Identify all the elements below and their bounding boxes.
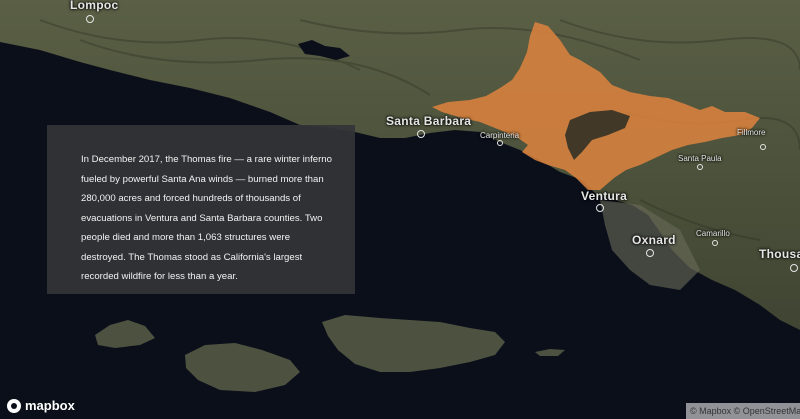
city-lompoc: Lompoc — [70, 0, 118, 12]
city-label: Thousan — [759, 247, 800, 261]
attribution-text[interactable]: © Mapbox © OpenStreetMap — [690, 406, 800, 416]
city-fillmore: Fillmore — [737, 128, 765, 137]
oxnard-marker-icon — [646, 249, 654, 257]
story-info-panel: In December 2017, the Thomas fire — a ra… — [47, 125, 355, 294]
city-santa-paula: Santa Paula — [678, 154, 722, 163]
city-label: Santa Barbara — [386, 114, 472, 128]
map-attribution[interactable]: © Mapbox © OpenStreetMap — [686, 403, 800, 419]
city-thousand-oaks: Thousan — [759, 247, 800, 261]
lompoc-marker-icon — [86, 15, 94, 23]
carpinteria-marker-icon — [497, 140, 503, 146]
santa-paula-marker-icon — [697, 164, 703, 170]
mapbox-logo-text: mapbox — [25, 398, 75, 413]
fillmore-marker-icon — [760, 144, 766, 150]
city-camarillo: Camarillo — [696, 229, 730, 238]
mapbox-logo-icon — [7, 398, 21, 413]
thousand-oaks-marker-icon — [790, 264, 798, 272]
mapbox-logo[interactable]: mapbox — [7, 398, 75, 413]
city-label: Oxnard — [632, 233, 676, 247]
city-label: Ventura — [581, 189, 628, 203]
city-label: Camarillo — [696, 229, 730, 238]
city-label: Santa Paula — [678, 154, 722, 163]
city-carpinteria: Carpinteria — [480, 131, 519, 140]
city-label: Lompoc — [70, 0, 119, 12]
santa-barbara-marker-icon — [417, 130, 425, 138]
city-ventura: Ventura — [581, 189, 627, 203]
story-description: In December 2017, the Thomas fire — a ra… — [81, 154, 332, 282]
camarillo-marker-icon — [712, 240, 718, 246]
city-oxnard: Oxnard — [632, 233, 676, 247]
city-label: Carpinteria — [480, 131, 520, 140]
ventura-marker-icon — [596, 204, 604, 212]
city-santa-barbara: Santa Barbara — [386, 114, 471, 128]
map-canvas[interactable]: Lompoc Santa Barbara Carpinteria Fillmor… — [0, 0, 800, 419]
city-label: Fillmore — [737, 128, 766, 137]
